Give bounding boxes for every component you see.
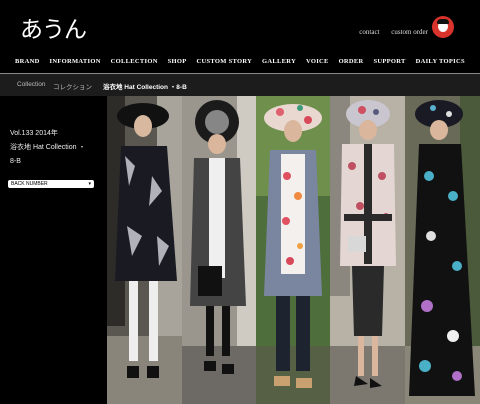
- contact-link[interactable]: contact: [359, 28, 379, 36]
- nav-custom-story[interactable]: CUSTOM STORY: [196, 54, 252, 70]
- nav-shop[interactable]: SHOP: [168, 54, 187, 70]
- nav-brand[interactable]: BRAND: [15, 54, 40, 70]
- photo-4-image: [330, 96, 405, 404]
- nav-gallery[interactable]: GALLERY: [262, 54, 296, 70]
- mascot-icon[interactable]: [432, 16, 454, 38]
- photo-2-image: [182, 96, 256, 404]
- photo-model-1[interactable]: [107, 96, 182, 404]
- main-nav: BRAND INFORMATION COLLECTION SHOP CUSTOM…: [0, 54, 480, 70]
- breadcrumb-current: 浴衣地 Hat Collection ・8-B: [103, 84, 187, 91]
- photo-5-image: [405, 96, 480, 404]
- issue-volume: Vol.133 2014年: [10, 130, 58, 137]
- nav-information[interactable]: INFORMATION: [50, 54, 101, 70]
- breadcrumb-collection[interactable]: Collection: [17, 81, 46, 88]
- photo-model-3[interactable]: [256, 96, 330, 404]
- top-links: contact custom order: [349, 28, 428, 36]
- issue-title: 浴衣地 Hat Collection ・: [10, 144, 86, 151]
- photo-model-5[interactable]: [405, 96, 480, 404]
- back-number-select[interactable]: BACK NUMBER ▾: [8, 180, 94, 188]
- chevron-down-icon: ▾: [88, 181, 91, 187]
- photo-gallery: [107, 96, 480, 404]
- custom-order-link[interactable]: custom order: [391, 28, 428, 36]
- nav-collection[interactable]: COLLECTION: [111, 54, 158, 70]
- nav-voice[interactable]: VOICE: [306, 54, 329, 70]
- top-bar: あうん contact custom order: [0, 0, 480, 50]
- logo[interactable]: あうん: [20, 10, 87, 44]
- photo-model-4[interactable]: [330, 96, 405, 404]
- photo-3-image: [256, 96, 330, 404]
- nav-support[interactable]: SUPPORT: [373, 54, 405, 70]
- back-number-value: BACK NUMBER: [11, 181, 48, 187]
- photo-model-2[interactable]: [182, 96, 256, 404]
- issue-info: Vol.133 2014年 浴衣地 Hat Collection ・ 8-B: [10, 127, 85, 169]
- nav-order[interactable]: ORDER: [339, 54, 364, 70]
- issue-subtitle: 8-B: [10, 158, 21, 165]
- sidebar: Vol.133 2014年 浴衣地 Hat Collection ・ 8-B B…: [0, 96, 107, 404]
- breadcrumb: Collection コレクション 浴衣地 Hat Collection ・8-…: [0, 74, 480, 96]
- photo-1-image: [107, 96, 182, 404]
- nav-daily-topics[interactable]: DAILY TOPICS: [416, 54, 465, 70]
- breadcrumb-collection-jp[interactable]: コレクション: [53, 81, 92, 91]
